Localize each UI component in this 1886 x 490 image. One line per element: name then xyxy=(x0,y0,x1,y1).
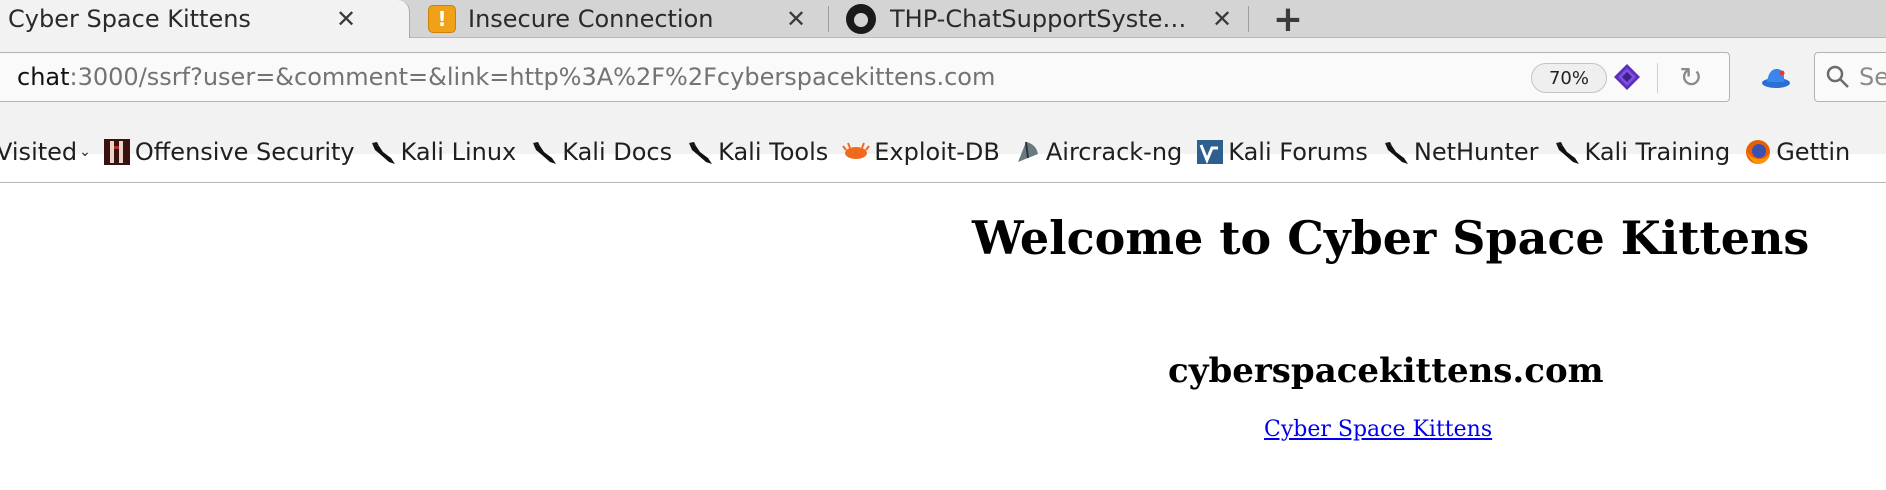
aircrack-icon xyxy=(1014,138,1042,166)
bookmark-nethunter[interactable]: NetHunter xyxy=(1382,138,1539,166)
reload-icon: ↻ xyxy=(1679,60,1703,94)
tab-title: THP-ChatSupportSyste… xyxy=(890,5,1187,33)
search-placeholder: Se xyxy=(1859,63,1886,91)
url-bar[interactable]: chat:3000/ssrf?user=&comment=&link=http%… xyxy=(0,52,1730,102)
bookmark-label: Kali Docs xyxy=(562,138,673,166)
bookmarks-toolbar: Visited ⌄ Offensive Security Kali Linux … xyxy=(0,116,1886,188)
kali-dragon-icon xyxy=(369,138,397,166)
search-bar[interactable]: Se xyxy=(1814,52,1886,102)
kali-dragon-icon xyxy=(530,138,558,166)
zoom-level-button[interactable]: 70% xyxy=(1531,63,1607,93)
offensive-security-icon xyxy=(103,138,131,166)
page-content: Welcome to Cyber Space Kittens cyberspac… xyxy=(0,183,1886,490)
bookmark-label: Kali Training xyxy=(1584,138,1731,166)
tab-thp-chat-support[interactable]: THP-ChatSupportSyste… ✕ xyxy=(846,0,1246,38)
plus-icon: + xyxy=(1272,0,1304,40)
bookmark-kali-linux[interactable]: Kali Linux xyxy=(369,138,517,166)
url-host: chat xyxy=(17,63,70,91)
bookmark-getting-started[interactable]: Gettin xyxy=(1744,138,1850,166)
github-icon xyxy=(846,4,876,34)
bookmark-label: Offensive Security xyxy=(134,138,355,166)
kali-dragon-icon xyxy=(1553,138,1581,166)
exploit-db-icon xyxy=(842,138,871,166)
kali-forums-icon xyxy=(1196,138,1224,166)
hat-icon xyxy=(1762,68,1790,88)
firefox-icon xyxy=(1744,138,1772,166)
tab-title: Cyber Space Kittens xyxy=(8,5,251,33)
url-bar-separator xyxy=(1657,63,1658,93)
url-path: :3000/ssrf?user=&comment=&link=http%3A%2… xyxy=(69,63,996,91)
bookmark-label: NetHunter xyxy=(1413,138,1539,166)
kali-dragon-icon xyxy=(1382,138,1410,166)
kali-dragon-icon xyxy=(686,138,714,166)
tab-separator xyxy=(828,6,829,32)
tab-separator xyxy=(1248,6,1249,32)
bookmark-label: Kali Tools xyxy=(718,138,829,166)
tab-strip: Cyber Space Kittens ✕ ! Insecure Connect… xyxy=(0,0,1886,40)
bookmark-exploit-db[interactable]: Exploit-DB xyxy=(842,138,1000,166)
bookmark-kali-docs[interactable]: Kali Docs xyxy=(530,138,672,166)
new-tab-button[interactable]: + xyxy=(1268,0,1308,40)
close-icon[interactable]: ✕ xyxy=(1208,0,1236,38)
bookmark-kali-training[interactable]: Kali Training xyxy=(1553,138,1731,166)
tab-insecure-connection[interactable]: ! Insecure Connection ✕ xyxy=(428,0,828,38)
warning-icon: ! xyxy=(428,5,456,33)
page-title: Welcome to Cyber Space Kittens xyxy=(972,211,1810,265)
close-icon[interactable]: ✕ xyxy=(782,0,810,38)
tab-cyber-space-kittens[interactable]: Cyber Space Kittens ✕ xyxy=(0,0,410,38)
toolbar-extension-button[interactable] xyxy=(1756,58,1796,96)
bookmark-label: Kali Linux xyxy=(400,138,517,166)
bookmark-label: Aircrack-ng xyxy=(1045,138,1183,166)
bookmark-label: Exploit-DB xyxy=(874,138,1000,166)
extension-icon[interactable] xyxy=(1611,61,1643,93)
cyber-space-kittens-link[interactable]: Cyber Space Kittens xyxy=(1264,417,1492,442)
purple-layers-icon xyxy=(1614,64,1640,90)
url-text[interactable]: chat:3000/ssrf?user=&comment=&link=http%… xyxy=(17,53,995,101)
search-icon xyxy=(1826,65,1849,88)
bookmark-label: Visited xyxy=(0,138,78,166)
bookmark-label: Kali Forums xyxy=(1228,138,1368,166)
chevron-down-icon: ⌄ xyxy=(79,144,91,160)
reload-button[interactable]: ↻ xyxy=(1671,59,1711,95)
close-icon[interactable]: ✕ xyxy=(332,0,360,38)
navigation-toolbar: chat:3000/ssrf?user=&comment=&link=http%… xyxy=(0,38,1886,166)
tab-title: Insecure Connection xyxy=(468,5,714,33)
bookmark-most-visited[interactable]: Visited ⌄ xyxy=(0,138,91,166)
bookmark-kali-forums[interactable]: Kali Forums xyxy=(1196,138,1368,166)
bookmark-kali-tools[interactable]: Kali Tools xyxy=(686,138,828,166)
bookmark-label: Gettin xyxy=(1776,138,1851,166)
page-subtitle: cyberspacekittens.com xyxy=(1168,351,1604,391)
bookmark-aircrack-ng[interactable]: Aircrack-ng xyxy=(1014,138,1182,166)
bookmark-offensive-security[interactable]: Offensive Security xyxy=(103,138,355,166)
